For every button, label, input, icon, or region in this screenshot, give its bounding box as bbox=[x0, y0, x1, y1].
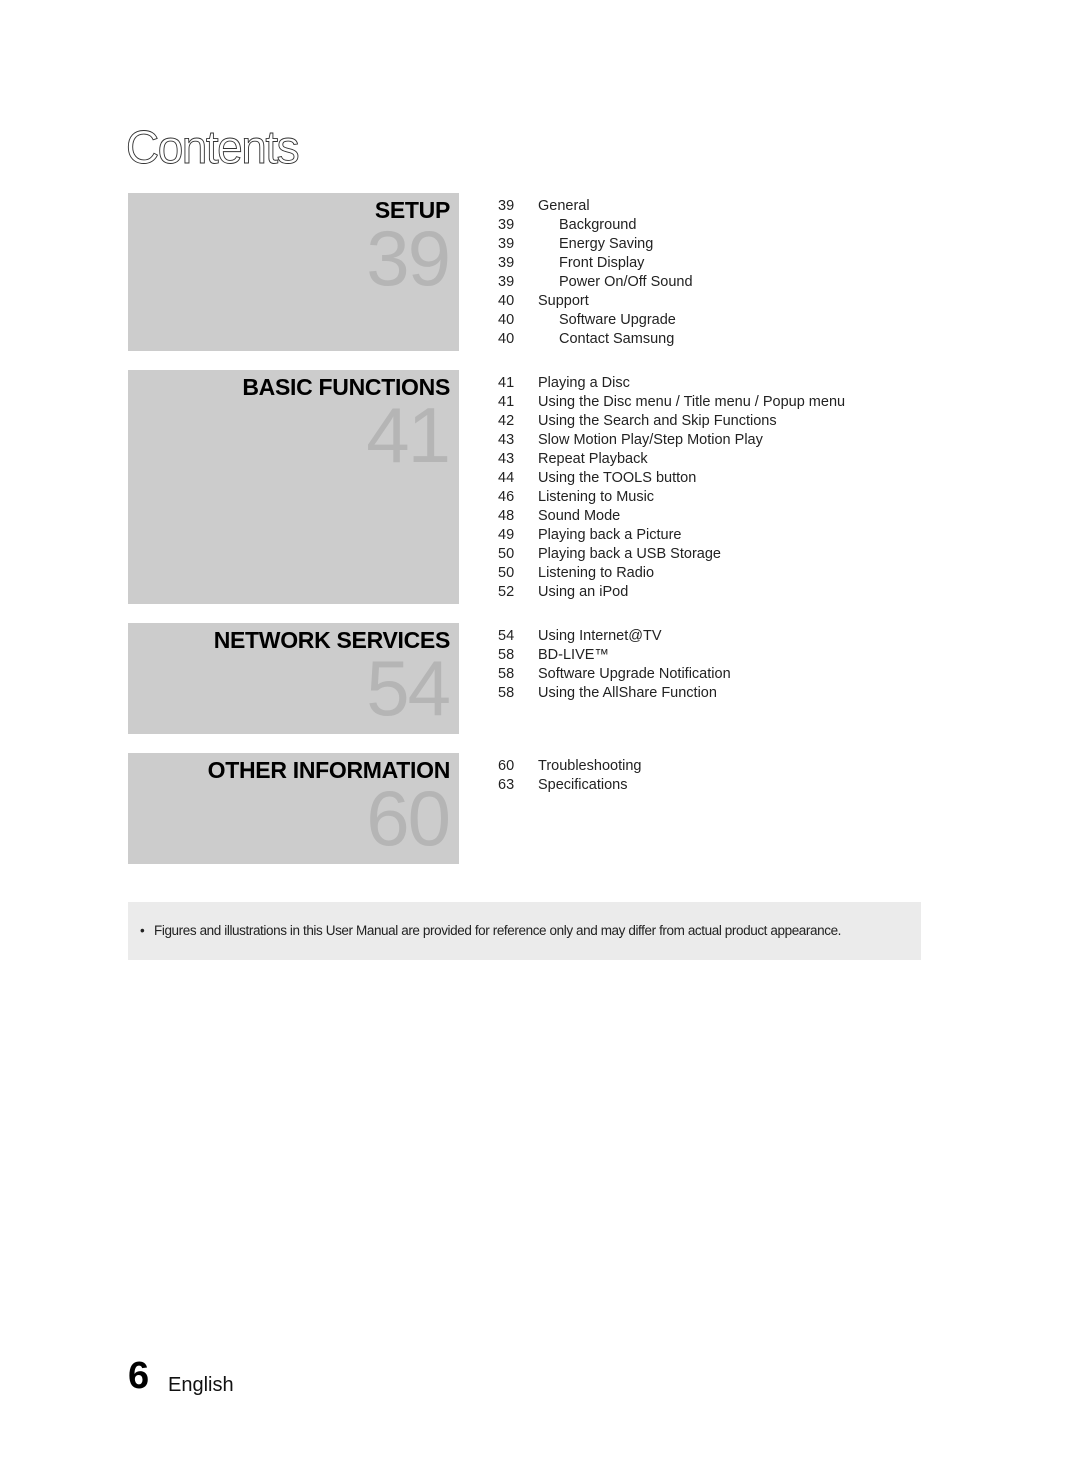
toc-entry-label: Using the AllShare Function bbox=[538, 685, 717, 701]
toc-entry-page: 41 bbox=[498, 375, 515, 391]
section-box-basic-functions[interactable]: BASIC FUNCTIONS 41 bbox=[128, 370, 459, 604]
toc-entry-label: Using the TOOLS button bbox=[538, 470, 697, 486]
toc-entry[interactable]: 46 Listening to Music bbox=[490, 488, 845, 507]
disclaimer-note: • Figures and illustrations in this User … bbox=[128, 902, 921, 960]
toc-entry[interactable]: 43 Slow Motion Play/Step Motion Play bbox=[490, 431, 845, 450]
toc-entry-page: 50 bbox=[498, 565, 515, 581]
toc-entry-page: 39 bbox=[498, 217, 515, 233]
toc-entry-page: 43 bbox=[498, 451, 515, 467]
toc-entry-label: General bbox=[538, 198, 590, 214]
section-page-number: 60 bbox=[366, 774, 451, 862]
toc-entry-page: 40 bbox=[498, 293, 515, 309]
toc-entry[interactable]: 44 Using the TOOLS button bbox=[490, 469, 845, 488]
section-page-number: 41 bbox=[366, 391, 451, 479]
toc-entry-page: 46 bbox=[498, 489, 515, 505]
section-box-network-services[interactable]: NETWORK SERVICES 54 bbox=[128, 623, 459, 734]
toc-entry[interactable]: 40 Support bbox=[490, 292, 693, 311]
toc-entry[interactable]: 39 Front Display bbox=[490, 254, 693, 273]
toc-entry[interactable]: 52 Using an iPod bbox=[490, 583, 845, 602]
toc-entry-page: 54 bbox=[498, 628, 515, 644]
toc-entry[interactable]: 63 Specifications bbox=[490, 776, 641, 795]
toc-entry[interactable]: 58 Software Upgrade Notification bbox=[490, 665, 731, 684]
bullet-icon: • bbox=[140, 923, 145, 938]
toc-entry-label: Slow Motion Play/Step Motion Play bbox=[538, 432, 763, 448]
toc-entry-page: 44 bbox=[498, 470, 515, 486]
toc-entry[interactable]: 50 Playing back a USB Storage bbox=[490, 545, 845, 564]
toc-entry-page: 49 bbox=[498, 527, 515, 543]
toc-entry-page: 39 bbox=[498, 236, 515, 252]
toc-entry[interactable]: 39 Energy Saving bbox=[490, 235, 693, 254]
toc-entry[interactable]: 40 Software Upgrade bbox=[490, 311, 693, 330]
toc-entry-label: Sound Mode bbox=[538, 508, 621, 524]
toc-entry-label: Using the Disc menu / Title menu / Popup… bbox=[538, 394, 846, 410]
footer-page-number: 6 bbox=[128, 1355, 150, 1397]
toc-entry-page: 52 bbox=[498, 584, 515, 600]
toc-entry-page: 48 bbox=[498, 508, 515, 524]
section-box-setup[interactable]: SETUP 39 bbox=[128, 193, 459, 351]
toc-entry[interactable]: 41 Playing a Disc bbox=[490, 374, 845, 393]
toc-entry-label: Playing back a USB Storage bbox=[538, 546, 721, 562]
toc-entry[interactable]: 39 Power On/Off Sound bbox=[490, 273, 693, 292]
toc-entry-page: 58 bbox=[498, 685, 515, 701]
toc-entry-label: Playing a Disc bbox=[538, 375, 630, 391]
toc-list-basic-functions: 41 Playing a Disc 41 Using the Disc menu / … bbox=[490, 374, 845, 602]
toc-entry[interactable]: 48 Sound Mode bbox=[490, 507, 845, 526]
toc-entry-label: Repeat Playback bbox=[538, 451, 648, 467]
toc-list-other-information: 60 Troubleshooting 63 Specifications bbox=[490, 757, 641, 795]
toc-entry-label: Listening to Radio bbox=[538, 565, 655, 581]
toc-entry-label: Background bbox=[559, 217, 637, 233]
toc-entry[interactable]: 58 Using the AllShare Function bbox=[490, 684, 731, 703]
toc-entry-label: Specifications bbox=[538, 777, 628, 793]
toc-entry-label: Energy Saving bbox=[559, 236, 654, 252]
toc-entry-page: 39 bbox=[498, 198, 515, 214]
toc-entry-page: 42 bbox=[498, 413, 515, 429]
toc-entry-label: Using the Search and Skip Functions bbox=[538, 413, 777, 429]
toc-list-network-services: 54 Using Internet@TV 58 BD-LIVE™ 58 Software … bbox=[490, 627, 731, 703]
toc-entry-page: 63 bbox=[498, 777, 515, 793]
toc-entry-page: 41 bbox=[498, 394, 515, 410]
disclaimer-text: Figures and illustrations in this User M… bbox=[154, 923, 842, 938]
toc-entry[interactable]: 41 Using the Disc menu / Title menu / Pop… bbox=[490, 393, 845, 412]
toc-entry-label: Using Internet@TV bbox=[538, 628, 662, 644]
toc-entry-label: Power On/Off Sound bbox=[559, 274, 693, 290]
toc-entry-page: 60 bbox=[498, 758, 515, 774]
toc-entry-label: Software Upgrade Notification bbox=[538, 666, 731, 682]
toc-entry[interactable]: 42 Using the Search and Skip Functions bbox=[490, 412, 845, 431]
toc-entry[interactable]: 58 BD-LIVE™ bbox=[490, 646, 731, 665]
toc-entry-page: 39 bbox=[498, 255, 515, 271]
toc-entry[interactable]: 50 Listening to Radio bbox=[490, 564, 845, 583]
section-page-number: 54 bbox=[366, 644, 451, 732]
toc-entry-page: 40 bbox=[498, 331, 515, 347]
page-title: Contents bbox=[126, 121, 301, 174]
toc-entry-label: Listening to Music bbox=[538, 489, 655, 505]
toc-entry-label: Support bbox=[538, 293, 589, 309]
toc-entry-page: 40 bbox=[498, 312, 515, 328]
toc-entry-page: 50 bbox=[498, 546, 515, 562]
toc-entry[interactable]: 39 General bbox=[490, 197, 693, 216]
section-box-other-information[interactable]: OTHER INFORMATION 60 bbox=[128, 753, 459, 864]
toc-entry[interactable]: 39 Background bbox=[490, 216, 693, 235]
section-page-number: 39 bbox=[366, 214, 451, 302]
toc-entry[interactable]: 49 Playing back a Picture bbox=[490, 526, 845, 545]
toc-entry-label: Software Upgrade bbox=[559, 312, 676, 328]
toc-entry-label: Troubleshooting bbox=[538, 758, 642, 774]
toc-entry-label: Contact Samsung bbox=[559, 331, 675, 347]
toc-entry-page: 43 bbox=[498, 432, 515, 448]
toc-entry[interactable]: 43 Repeat Playback bbox=[490, 450, 845, 469]
toc-entry-label: BD-LIVE™ bbox=[538, 647, 609, 663]
toc-entry-label: Playing back a Picture bbox=[538, 527, 682, 543]
toc-entry-label: Using an iPod bbox=[538, 584, 629, 600]
toc-entry-page: 58 bbox=[498, 666, 515, 682]
toc-entry-page: 39 bbox=[498, 274, 515, 290]
toc-list-setup: 39 General 39 Background 39 Energy Saving 39 Fr… bbox=[490, 197, 693, 349]
toc-entry[interactable]: 54 Using Internet@TV bbox=[490, 627, 731, 646]
toc-entry[interactable]: 40 Contact Samsung bbox=[490, 330, 693, 349]
footer-language: English bbox=[168, 1374, 234, 1396]
toc-entry-label: Front Display bbox=[559, 255, 645, 271]
toc-entry[interactable]: 60 Troubleshooting bbox=[490, 757, 641, 776]
toc-entry-page: 58 bbox=[498, 647, 515, 663]
